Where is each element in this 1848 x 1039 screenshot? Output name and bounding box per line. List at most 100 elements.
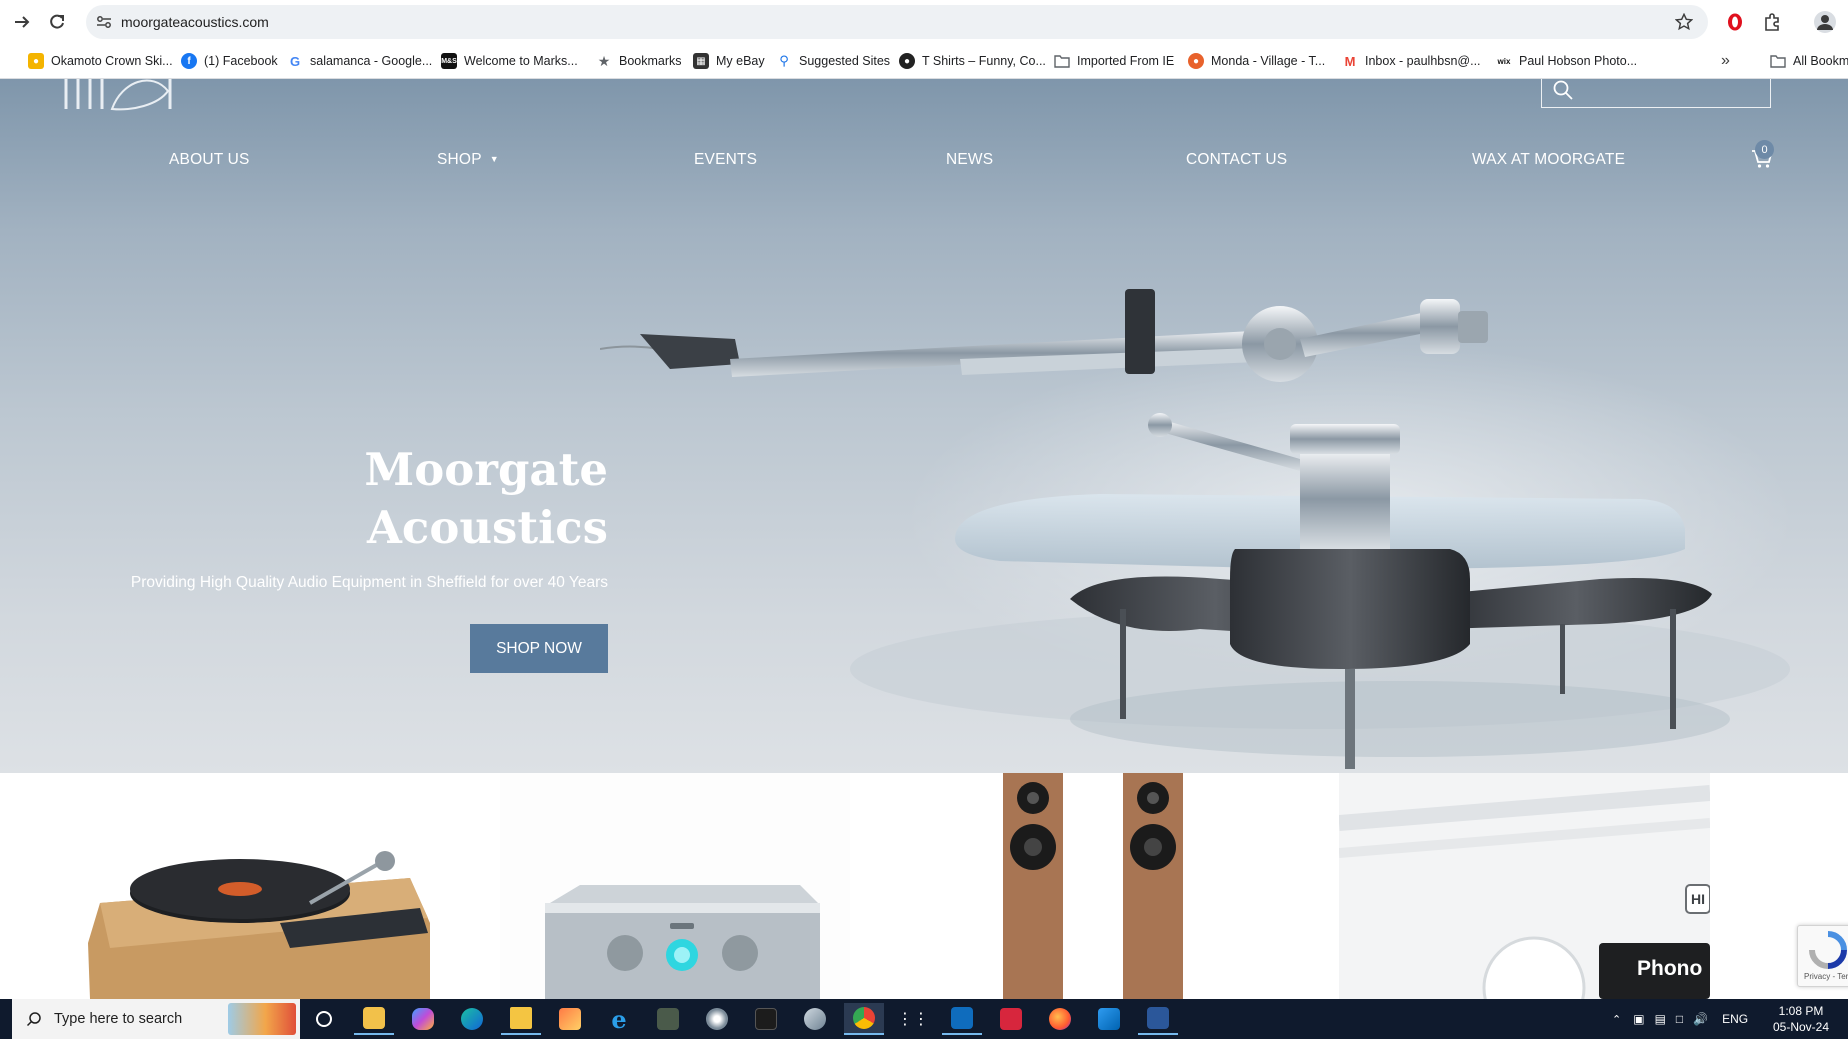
shop-now-button[interactable]: SHOP NOW: [470, 624, 608, 673]
bookmark-star-icon[interactable]: [1674, 12, 1694, 32]
bookmark-label: T Shirts – Funny, Co...: [922, 54, 1046, 68]
recaptcha-badge[interactable]: Privacy - Terms: [1797, 925, 1848, 987]
address-bar[interactable]: moorgateacoustics.com: [86, 5, 1708, 39]
tshirt-icon: ●: [899, 53, 915, 69]
bag-icon: ▦: [693, 53, 709, 69]
bookmark-label: Imported From IE: [1077, 54, 1175, 68]
hero-subtitle: Providing High Quality Audio Equipment i…: [130, 574, 608, 591]
phono-label: Phono: [1637, 957, 1703, 980]
hero-title: Moorgate Acoustics: [364, 443, 608, 554]
mail-app-icon[interactable]: [354, 1003, 394, 1035]
product-tiles: Phono HI: [0, 773, 1848, 999]
hero-banner: ABOUT US SHOP ▼ EVENTS NEWS CONTACT US WA…: [0, 79, 1848, 773]
clock-date: 05-Nov-24: [1772, 1020, 1830, 1034]
all-bookmarks-folder[interactable]: All Bookmarks: [1770, 50, 1848, 72]
forward-arrow-icon[interactable]: [9, 9, 35, 35]
paint-app-icon[interactable]: [550, 1003, 590, 1035]
chrome-icon[interactable]: [844, 1003, 884, 1035]
search-icon: [26, 1012, 41, 1027]
bookmark-item[interactable]: ★ Bookmarks: [596, 50, 682, 72]
nav-news[interactable]: NEWS: [946, 151, 993, 169]
browser-toolbar: moorgateacoustics.com: [0, 0, 1848, 44]
taskbar-search-box[interactable]: Type here to search: [12, 999, 300, 1039]
star-icon: ★: [597, 52, 611, 69]
product-phono-stage-image[interactable]: Phono HI: [1339, 773, 1710, 999]
camera-app-icon[interactable]: [648, 1003, 688, 1035]
web-page: ABOUT US SHOP ▼ EVENTS NEWS CONTACT US WA…: [0, 79, 1848, 999]
outlook-icon[interactable]: [942, 1003, 982, 1035]
search-icon: [1553, 80, 1573, 100]
word-icon[interactable]: [1138, 1003, 1178, 1035]
app-dots-icon[interactable]: ⋮⋮: [893, 1003, 933, 1035]
google-icon: G: [289, 53, 301, 69]
bookmark-label: Paul Hobson Photo...: [1519, 54, 1638, 68]
reload-icon[interactable]: [44, 9, 70, 35]
product-speakers-image[interactable]: [980, 773, 1230, 999]
system-tray: ⌃ ▣ ▤ □ 🔊 ENG: [1612, 999, 1748, 1039]
more-bookmarks-chevron-icon[interactable]: »: [1721, 50, 1730, 72]
bookmark-item[interactable]: ▦ My eBay: [693, 50, 765, 72]
bell-icon: ●: [28, 53, 44, 69]
extensions-puzzle-icon[interactable]: [1759, 9, 1785, 35]
bookmark-label: Monda - Village - T...: [1211, 54, 1326, 68]
bookmark-item[interactable]: Imported From IE: [1054, 50, 1174, 72]
nav-contact-us[interactable]: CONTACT US: [1186, 151, 1287, 169]
wix-icon: wix: [1497, 56, 1511, 66]
copilot-icon[interactable]: [403, 1003, 443, 1035]
bookmark-item[interactable]: M Inbox - paulhbsn@...: [1342, 50, 1481, 72]
tray-app-icon[interactable]: ▣: [1633, 1012, 1644, 1026]
bookmark-item[interactable]: ⚲ Suggested Sites: [776, 50, 890, 72]
linn-app-icon[interactable]: [746, 1003, 786, 1035]
dropdown-caret-icon: ▼: [489, 154, 499, 164]
bookmarks-bar: ● Okamoto Crown Ski... f (1) Facebook G …: [0, 44, 1848, 79]
product-amplifier-image[interactable]: [500, 773, 850, 999]
gmail-icon: M: [1344, 53, 1356, 69]
url-text: moorgateacoustics.com: [121, 14, 269, 30]
taskbar-search-placeholder: Type here to search: [54, 1011, 183, 1027]
bookmark-item[interactable]: ● T Shirts – Funny, Co...: [899, 50, 1046, 72]
moorgate-logo[interactable]: [62, 79, 174, 113]
bookmark-label: Welcome to Marks...: [464, 54, 578, 68]
volume-icon[interactable]: 🔊: [1693, 1012, 1708, 1026]
internet-explorer-icon[interactable]: e: [599, 1003, 639, 1035]
meet-icon[interactable]: ▤: [1655, 1012, 1666, 1026]
file-explorer-icon[interactable]: [501, 1003, 541, 1035]
language-indicator[interactable]: ENG: [1722, 1012, 1748, 1026]
bookmark-label: Okamoto Crown Ski...: [51, 54, 173, 68]
opera-extension-icon[interactable]: [1722, 9, 1748, 35]
bookmark-label: Inbox - paulhbsn@...: [1365, 54, 1481, 68]
taskbar-clock[interactable]: 1:08 PM 05-Nov-24: [1766, 1003, 1836, 1035]
bookmark-item[interactable]: ● Okamoto Crown Ski...: [28, 50, 173, 72]
bookmark-item[interactable]: G salamanca - Google...: [287, 50, 432, 72]
folder-icon: [1770, 53, 1786, 69]
nav-events[interactable]: EVENTS: [694, 151, 757, 169]
bookmark-item[interactable]: f (1) Facebook: [181, 50, 278, 72]
profile-avatar-icon[interactable]: [1812, 9, 1838, 35]
recaptcha-icon: [1809, 931, 1847, 969]
site-search-input[interactable]: [1541, 79, 1771, 108]
edge-icon[interactable]: [452, 1003, 492, 1035]
nav-wax-at-moorgate[interactable]: WAX AT MOORGATE: [1472, 151, 1625, 169]
bookmark-item[interactable]: ● Monda - Village - T...: [1188, 50, 1325, 72]
nav-about-us[interactable]: ABOUT US: [169, 151, 250, 169]
firefox-icon[interactable]: [1040, 1003, 1080, 1035]
product-turntable-image[interactable]: [80, 773, 440, 999]
utility-app-icon[interactable]: [795, 1003, 835, 1035]
red-cube-app-icon[interactable]: [991, 1003, 1031, 1035]
bookmark-item[interactable]: M&S Welcome to Marks...: [441, 50, 578, 72]
cortana-icon[interactable]: [304, 1003, 344, 1035]
tray-chevron-icon[interactable]: ⌃: [1612, 1013, 1621, 1026]
clock-time: 1:08 PM: [1778, 1004, 1824, 1018]
media-player-icon[interactable]: [697, 1003, 737, 1035]
recaptcha-links[interactable]: Privacy - Terms: [1804, 972, 1848, 981]
bookmark-label: salamanca - Google...: [310, 54, 433, 68]
store-icon[interactable]: [1089, 1003, 1129, 1035]
bookmark-item[interactable]: wix Paul Hobson Photo...: [1496, 50, 1638, 72]
site-info-icon[interactable]: [94, 12, 114, 32]
bookmark-label: Suggested Sites: [799, 54, 891, 68]
bookmark-label: All Bookmarks: [1793, 54, 1848, 68]
monda-icon: ●: [1188, 53, 1204, 69]
cart-count-badge: 0: [1755, 140, 1774, 159]
network-icon[interactable]: □: [1676, 1012, 1683, 1026]
nav-shop[interactable]: SHOP ▼: [437, 151, 499, 169]
